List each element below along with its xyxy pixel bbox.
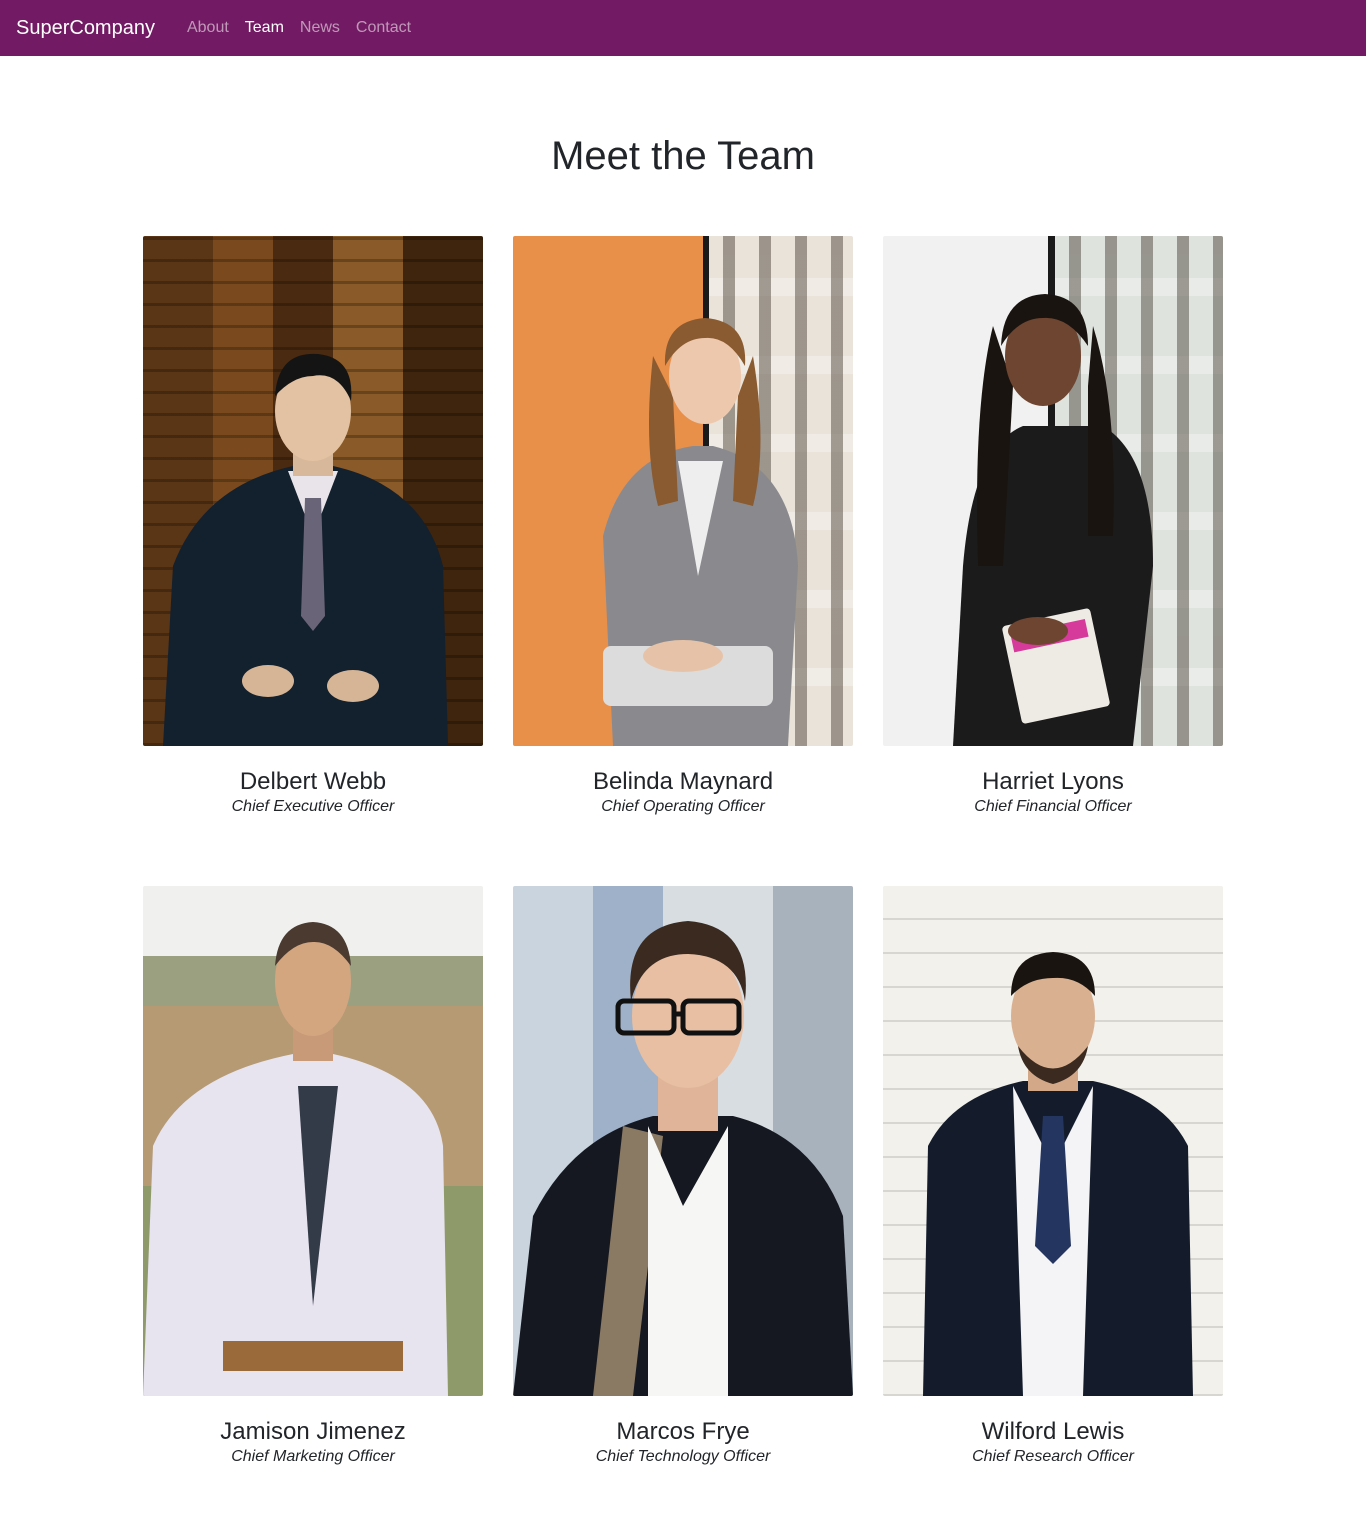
team-member-role: Chief Technology Officer bbox=[595, 1448, 771, 1465]
nav-link-team[interactable]: Team bbox=[237, 19, 292, 37]
top-navbar: SuperCompany About Team News Contact bbox=[0, 0, 1366, 56]
team-member-photo bbox=[513, 236, 853, 746]
person-portrait bbox=[513, 921, 853, 1396]
team-member-role: Chief Research Officer bbox=[972, 1448, 1134, 1465]
person-portrait bbox=[953, 294, 1153, 746]
nav-link-news[interactable]: News bbox=[292, 19, 348, 37]
page-title: Meet the Team bbox=[551, 134, 815, 178]
team-member-photo bbox=[883, 886, 1223, 1396]
nav-links: About Team News Contact bbox=[179, 19, 419, 37]
team-member-role: Chief Operating Officer bbox=[601, 798, 765, 815]
team-member-name: Belinda Maynard bbox=[592, 768, 774, 795]
team-card: Delbert Webb Chief Executive Officer bbox=[143, 236, 483, 816]
person-portrait bbox=[163, 353, 448, 746]
team-member-role: Chief Financial Officer bbox=[974, 798, 1132, 815]
team-grid: Delbert Webb Chief Executive Officer Bel… bbox=[143, 236, 1223, 1466]
team-card: Marcos Frye Chief Technology Officer bbox=[513, 886, 853, 1466]
team-member-photo bbox=[513, 886, 853, 1396]
team-member-role: Chief Executive Officer bbox=[231, 798, 395, 815]
person-portrait bbox=[603, 318, 798, 746]
team-member-role: Chief Marketing Officer bbox=[231, 1448, 395, 1465]
team-member-photo bbox=[883, 236, 1223, 746]
team-member-name: Harriet Lyons bbox=[982, 768, 1124, 795]
team-card: Jamison Jimenez Chief Marketing Officer bbox=[143, 886, 483, 1466]
nav-link-about[interactable]: About bbox=[179, 19, 237, 37]
team-member-photo bbox=[143, 886, 483, 1396]
nav-link-contact[interactable]: Contact bbox=[348, 19, 419, 37]
team-member-name: Delbert Webb bbox=[239, 768, 387, 795]
team-member-name: Jamison Jimenez bbox=[220, 1418, 406, 1445]
person-portrait bbox=[143, 922, 448, 1396]
team-member-name: Marcos Frye bbox=[616, 1418, 750, 1445]
team-card: Belinda Maynard Chief Operating Officer bbox=[513, 236, 853, 816]
team-card: Harriet Lyons Chief Financial Officer bbox=[883, 236, 1223, 816]
team-member-name: Wilford Lewis bbox=[981, 1418, 1125, 1445]
person-portrait bbox=[923, 952, 1193, 1396]
brand-logo-link[interactable]: SuperCompany bbox=[16, 17, 155, 40]
team-card: Wilford Lewis Chief Research Officer bbox=[883, 886, 1223, 1466]
team-member-photo bbox=[143, 236, 483, 746]
